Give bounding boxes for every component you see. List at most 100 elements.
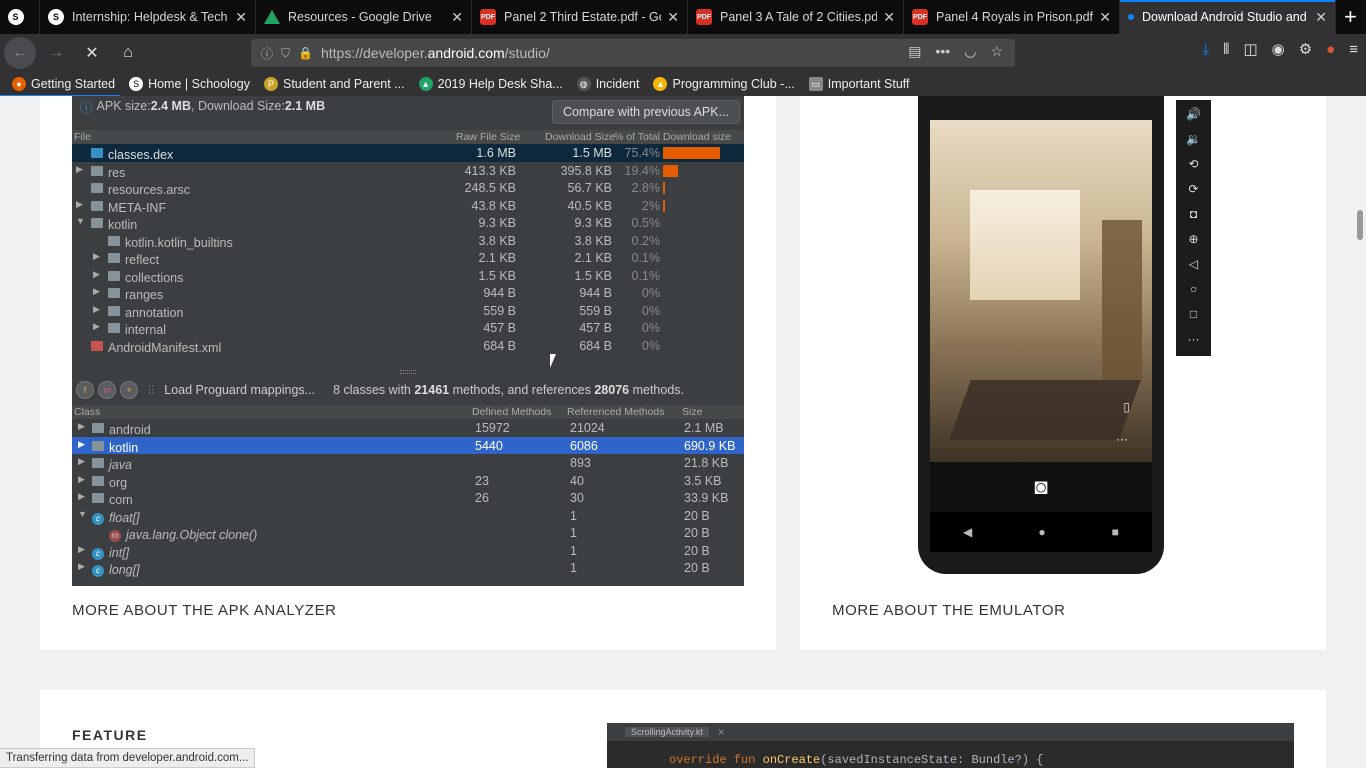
file-row[interactable]: ▶ res 413.3 KB 395.8 KB 19.4% [72, 162, 744, 180]
class-row[interactable]: ▶ org 23 40 3.5 KB [72, 472, 744, 490]
filter-references-icon[interactable]: + [120, 381, 138, 399]
home-button[interactable]: ⌂ [112, 37, 144, 69]
file-row[interactable]: ▶ internal 457 B 457 B 0% [72, 319, 744, 337]
splitter-handle[interactable] [400, 370, 416, 374]
more-apk-analyzer-link[interactable]: MORE ABOUT THE APK ANALYZER [72, 602, 337, 619]
close-icon[interactable]: ✕ [451, 9, 463, 26]
class-row[interactable]: m java.lang.Object clone() 1 20 B [72, 524, 744, 542]
bookmark-item[interactable]: S Home | Schoology [129, 77, 250, 91]
bookmark-item[interactable]: P Student and Parent ... [264, 77, 405, 91]
class-row[interactable]: ▶ android 15972 21024 2.1 MB [72, 419, 744, 437]
camera-shutter-icon[interactable]: ◙ [930, 462, 1152, 512]
info-icon[interactable]: ⓘ [261, 45, 273, 62]
volume-up-icon[interactable]: 🔊 [1186, 106, 1201, 123]
bookmark-folder[interactable]: ▭ Important Stuff [808, 77, 910, 91]
file-row[interactable]: ▶ ranges 944 B 944 B 0% [72, 284, 744, 302]
file-row[interactable]: AndroidManifest.xml 684 B 684 B 0% [72, 337, 744, 355]
extension-icon[interactable]: ⚙ [1299, 40, 1312, 58]
file-row[interactable]: resources.arsc 248.5 KB 56.7 KB 2.8% [72, 179, 744, 197]
lock-icon[interactable]: 🔒 [298, 46, 313, 60]
bookmark-star-icon[interactable]: ☆ [990, 43, 1003, 60]
bookmark-item[interactable]: ▲ 2019 Help Desk Sha... [418, 77, 563, 91]
forward-button[interactable]: → [40, 37, 72, 69]
overview-icon[interactable]: □ [1190, 306, 1197, 323]
close-icon[interactable]: ✕ [1099, 9, 1111, 26]
expand-toggle-icon[interactable]: ▶ [93, 286, 100, 297]
menu-icon[interactable]: ≡ [1349, 41, 1358, 58]
expand-toggle-icon[interactable]: ▶ [78, 474, 85, 485]
file-row[interactable]: ▶ annotation 559 B 559 B 0% [72, 302, 744, 320]
expand-toggle-icon[interactable]: ▶ [76, 199, 83, 210]
page-scrollbar[interactable] [1357, 210, 1363, 240]
bookmark-item[interactable]: ◍ Incident [576, 77, 639, 91]
filter-fields-icon[interactable]: f [76, 381, 94, 399]
file-row[interactable]: ▶ collections 1.5 KB 1.5 KB 0.1% [72, 267, 744, 285]
page-actions-icon[interactable]: ••• [936, 43, 951, 60]
expand-toggle-icon[interactable]: ▶ [78, 456, 85, 467]
close-icon[interactable]: ✕ [667, 9, 679, 26]
android-recents-icon[interactable]: ■ [1112, 525, 1119, 539]
expand-toggle-icon[interactable]: ▶ [93, 321, 100, 332]
tab-panel-2[interactable]: PDF Panel 2 Third Estate.pdf - Go ✕ [472, 0, 688, 34]
expand-toggle-icon[interactable]: ▶ [78, 561, 85, 572]
file-row[interactable]: ▶ reflect 2.1 KB 2.1 KB 0.1% [72, 249, 744, 267]
close-icon[interactable]: ✕ [235, 9, 247, 26]
screenshot-icon[interactable]: ◘ [1190, 206, 1197, 223]
zoom-icon[interactable]: ⊕ [1188, 231, 1198, 248]
tab-panel-4[interactable]: PDF Panel 4 Royals in Prison.pdf - ✕ [904, 0, 1120, 34]
expand-toggle-icon[interactable]: ▶ [93, 251, 100, 262]
class-row[interactable]: ▶ com 26 30 33.9 KB [72, 489, 744, 507]
expand-toggle-icon[interactable]: ▶ [93, 304, 100, 315]
android-home-icon[interactable]: ● [1038, 525, 1045, 539]
tree-icon[interactable]: ⫶⫶ [148, 383, 154, 398]
expand-toggle-icon[interactable]: ▶ [78, 439, 85, 450]
url-bar[interactable]: ⓘ ⛉ 🔒 https://developer. android.com/stud… [251, 39, 1015, 67]
expand-toggle-icon[interactable]: ▶ [76, 164, 83, 175]
tab-internship[interactable]: S Internship: Helpdesk & Tech I ✕ [40, 0, 256, 34]
class-row[interactable]: ▶ kotlin 5440 6086 690.9 KB [72, 436, 744, 455]
expand-toggle-icon[interactable]: ▶ [93, 269, 100, 280]
downloads-icon[interactable]: ⤓ [1202, 41, 1209, 58]
more-emulator-link[interactable]: MORE ABOUT THE EMULATOR [832, 602, 1066, 619]
load-proguard-button[interactable]: Load Proguard mappings... [164, 383, 315, 397]
file-row[interactable]: classes.dex 1.6 MB 1.5 MB 75.4% [72, 144, 744, 162]
library-icon[interactable]: ⫴ [1223, 41, 1229, 58]
shield-icon[interactable]: ⛉ [281, 46, 290, 61]
account-icon[interactable]: ◉ [1272, 40, 1285, 58]
overflow-icon[interactable]: ··· [1116, 432, 1128, 446]
expand-toggle-icon[interactable]: ▶ [78, 421, 85, 432]
compare-apk-button[interactable]: Compare with previous APK... [551, 100, 740, 124]
bookmark-item[interactable]: ● Getting Started [12, 77, 115, 91]
emulator-screen[interactable]: ▯ ··· [930, 120, 1152, 462]
file-row[interactable]: ▼ kotlin 9.3 KB 9.3 KB 0.5% [72, 214, 744, 232]
class-row[interactable]: ▶ c int[] 1 20 B [72, 542, 744, 560]
more-icon[interactable]: ··· [1188, 331, 1200, 348]
expand-toggle-icon[interactable]: ▼ [78, 509, 87, 519]
duckduckgo-icon[interactable]: ● [1326, 41, 1335, 58]
back-button[interactable]: ← [4, 37, 36, 69]
expand-toggle-icon[interactable]: ▶ [78, 491, 85, 502]
new-tab-button[interactable]: + [1344, 4, 1357, 30]
file-row[interactable]: kotlin.kotlin_builtins 3.8 KB 3.8 KB 0.2% [72, 232, 744, 250]
bookmark-item[interactable]: ▲ Programming Club -... [653, 77, 795, 91]
volume-down-icon[interactable]: 🔉 [1186, 131, 1201, 148]
camera-switch-icon[interactable]: ▯ [1123, 400, 1130, 414]
rotate-left-icon[interactable]: ⟲ [1188, 156, 1198, 173]
expand-toggle-icon[interactable]: ▼ [76, 216, 85, 226]
android-back-icon[interactable]: ◀ [963, 525, 972, 539]
tab-google-drive[interactable]: Resources - Google Drive ✕ [256, 0, 472, 34]
reader-view-icon[interactable]: ▤ [908, 43, 921, 60]
class-row[interactable]: ▶ c long[] 1 20 B [72, 559, 744, 577]
class-row[interactable]: ▶ java 893 21.8 KB [72, 454, 744, 472]
stop-button[interactable]: ✕ [76, 37, 108, 69]
tab-panel-3[interactable]: PDF Panel 3 A Tale of 2 Citiies.pdf ✕ [688, 0, 904, 34]
file-row[interactable]: ▶ META-INF 43.8 KB 40.5 KB 2% [72, 197, 744, 215]
back-icon[interactable]: ◁ [1189, 256, 1198, 273]
close-icon[interactable]: ✕ [1315, 9, 1327, 26]
sidebar-icon[interactable]: ◫ [1243, 40, 1257, 58]
pocket-icon[interactable]: ◡ [964, 43, 976, 60]
rotate-right-icon[interactable]: ⟳ [1188, 181, 1198, 198]
filter-methods-icon[interactable]: m [98, 381, 116, 399]
close-icon[interactable]: ✕ [883, 9, 895, 26]
expand-toggle-icon[interactable]: ▶ [78, 544, 85, 555]
